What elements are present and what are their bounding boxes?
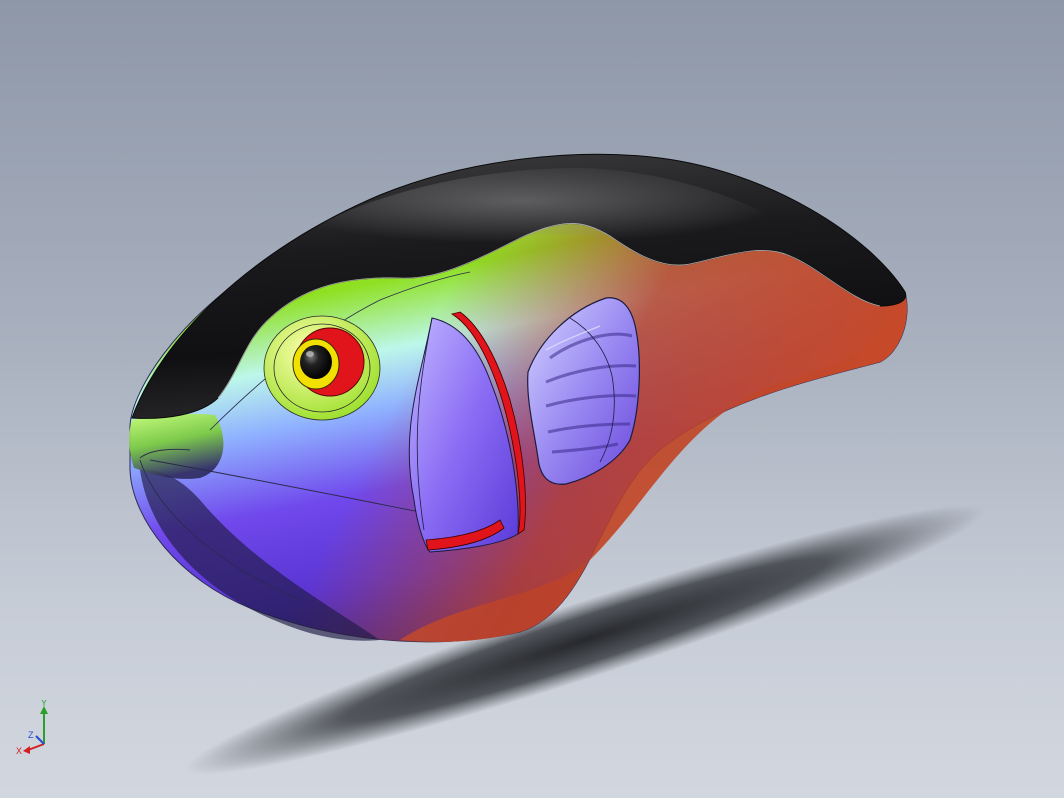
graphics-viewport[interactable]: Y X Z xyxy=(0,0,1064,798)
lure-model-scene[interactable] xyxy=(0,0,1064,798)
eye[interactable] xyxy=(263,315,381,421)
z-axis-line xyxy=(35,735,45,745)
x-axis-label: X xyxy=(16,746,22,756)
z-axis-label: Z xyxy=(28,730,34,740)
y-axis-label: Y xyxy=(41,700,47,708)
view-orientation-triad[interactable]: Y X Z xyxy=(14,700,62,758)
x-axis-arrow xyxy=(23,746,30,754)
x-axis-line xyxy=(27,743,45,751)
